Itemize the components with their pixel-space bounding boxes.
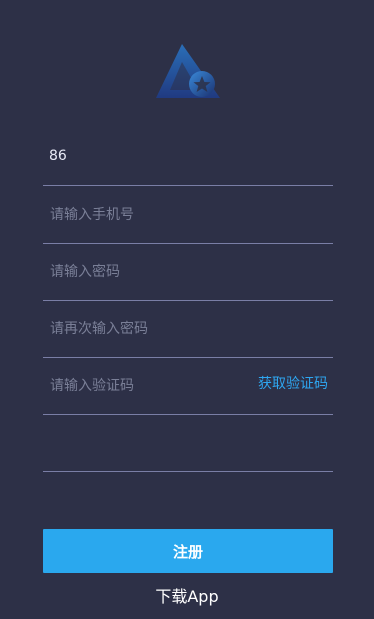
register-button[interactable]: 注册 — [43, 529, 333, 573]
extra-input[interactable] — [48, 414, 252, 472]
get-verification-code-button[interactable]: 获取验证码 — [258, 374, 328, 394]
verification-code-field-wrapper: 获取验证码 — [43, 357, 333, 415]
confirm-password-field-wrapper — [43, 300, 333, 358]
register-screen: 86 获取验证码 注册 下载App — [0, 0, 374, 619]
extra-field-wrapper — [43, 414, 333, 472]
verification-code-input[interactable] — [48, 357, 252, 415]
phone-field-wrapper — [43, 186, 333, 244]
confirm-password-input[interactable] — [48, 300, 252, 358]
phone-input[interactable] — [48, 186, 252, 244]
triangle-star-logo-icon — [156, 44, 220, 98]
register-button-label: 注册 — [172, 542, 203, 561]
password-field-wrapper — [43, 243, 333, 301]
download-app-link[interactable]: 下载App — [0, 585, 374, 609]
country-code-field[interactable]: 86 — [43, 128, 333, 186]
password-input[interactable] — [48, 243, 252, 301]
country-code[interactable]: 86 — [49, 146, 67, 166]
